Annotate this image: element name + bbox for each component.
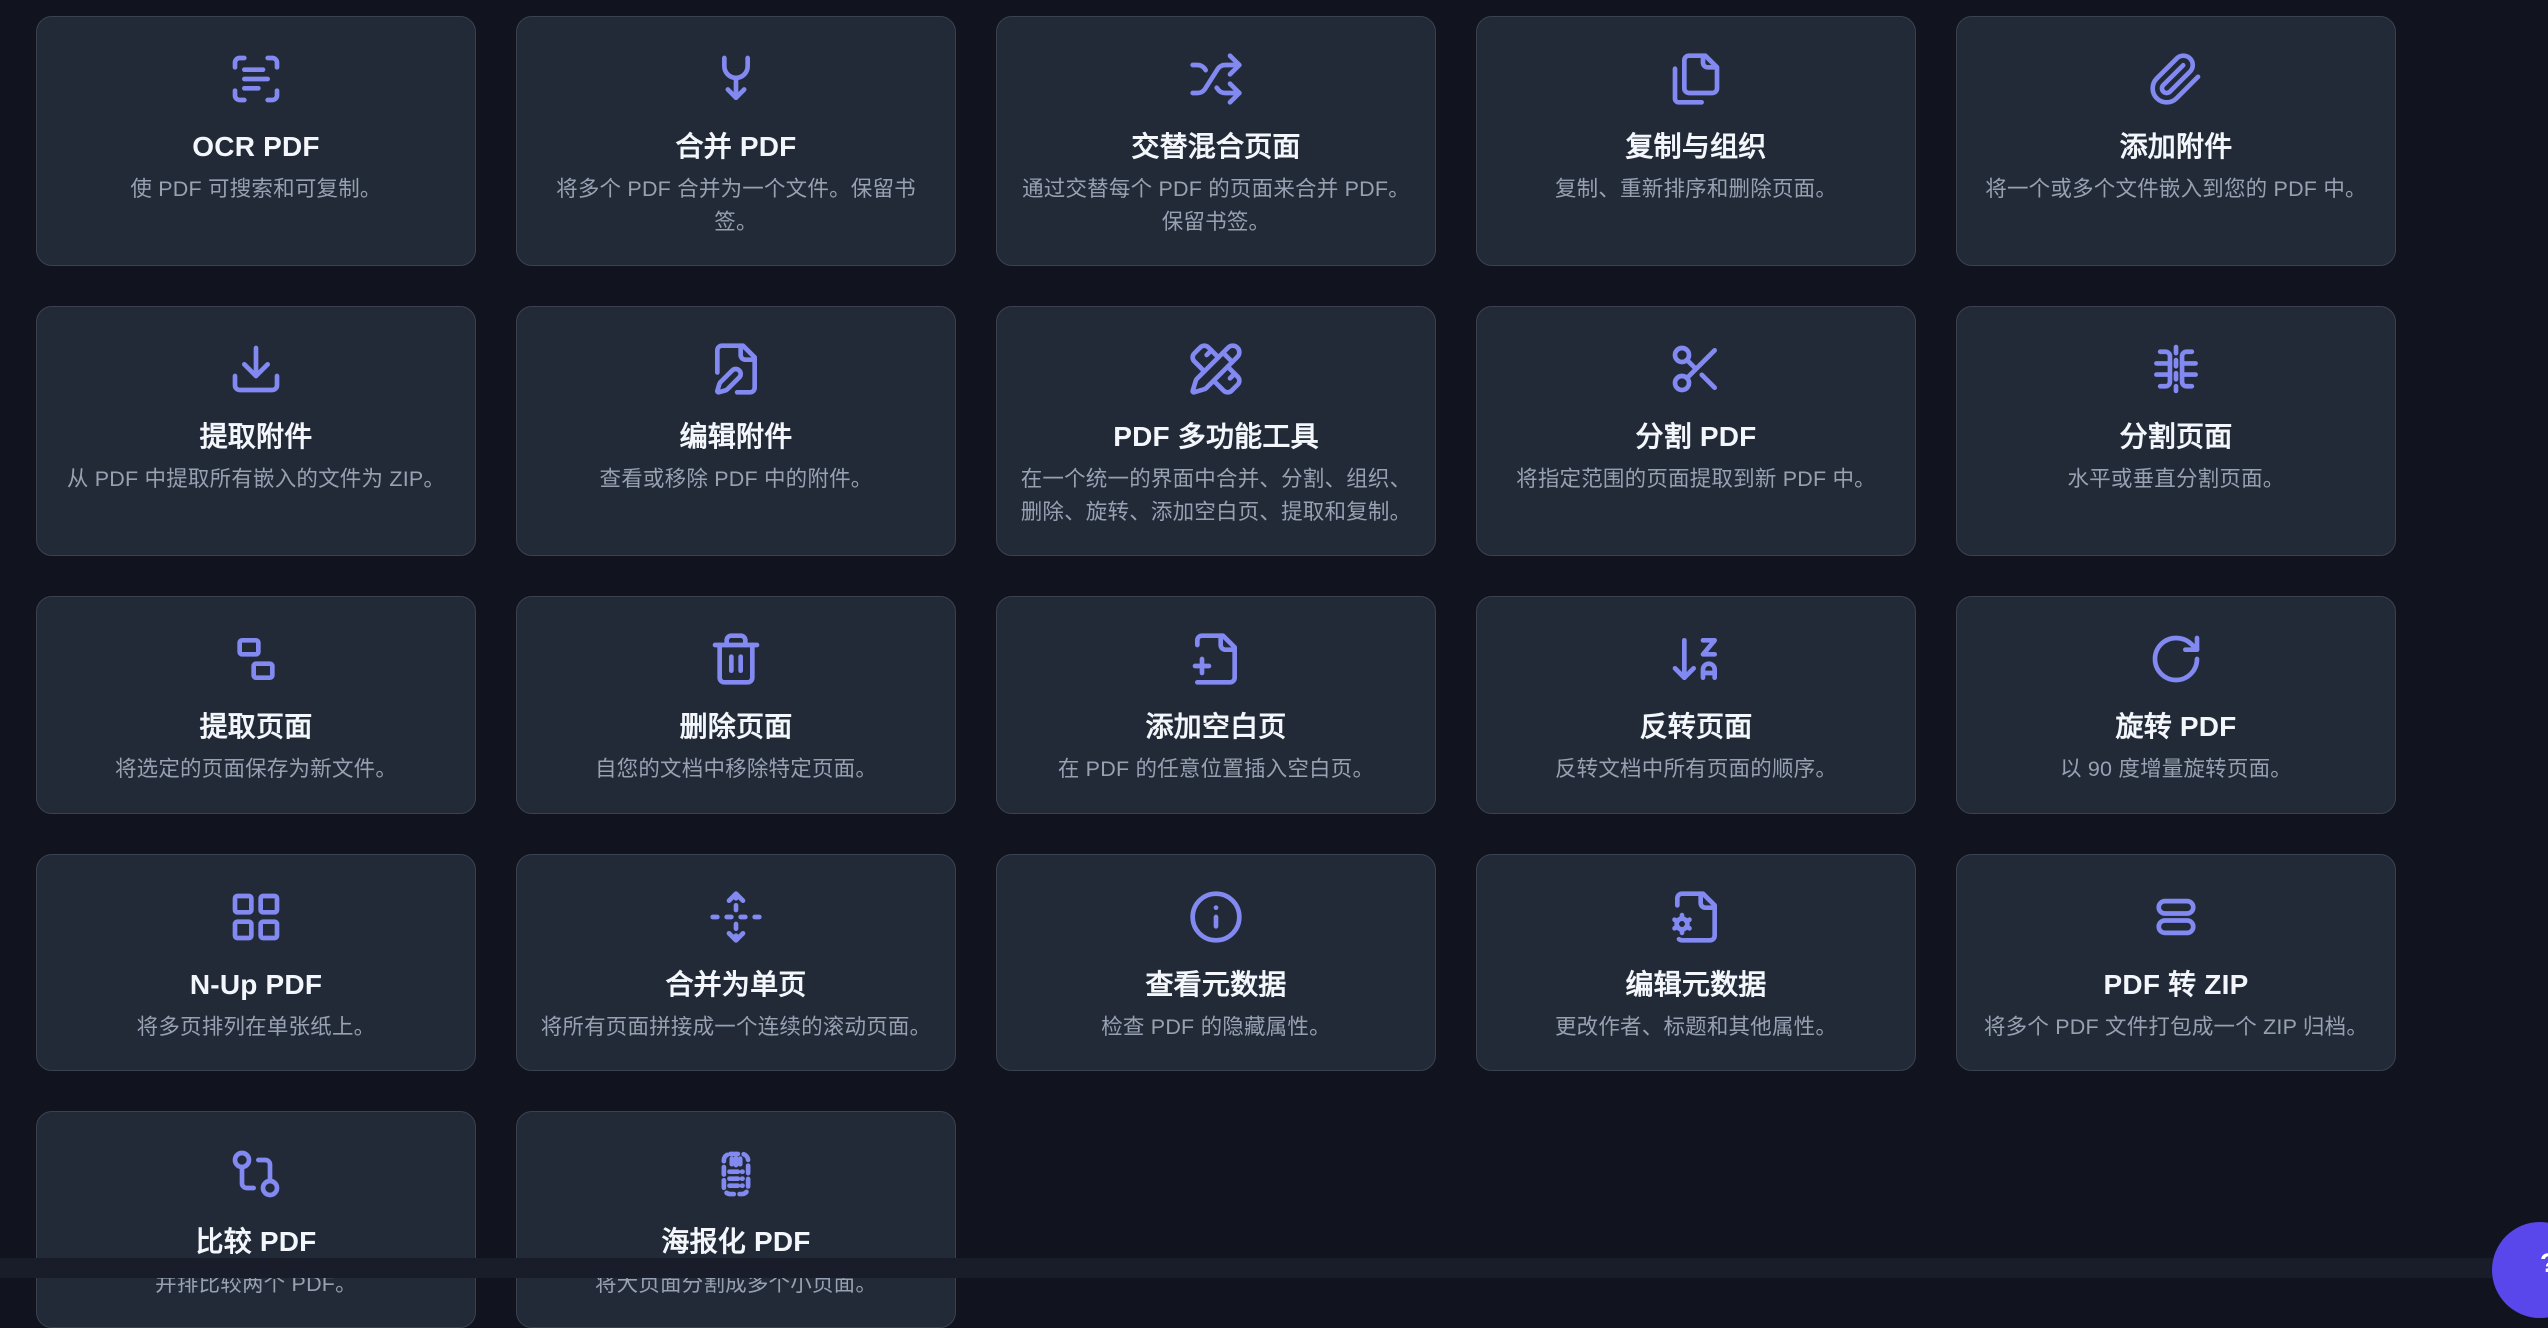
tool-card[interactable]: 添加空白页在 PDF 的任意位置插入空白页。 <box>996 596 1436 813</box>
tool-card-description: 将选定的页面保存为新文件。 <box>115 753 397 786</box>
paperclip-icon <box>2148 51 2204 107</box>
tool-card-description: 水平或垂直分割页面。 <box>2067 463 2284 496</box>
stacked-pages-icon <box>2148 889 2204 945</box>
tool-card[interactable]: 比较 PDF并排比较两个 PDF。 <box>36 1111 476 1328</box>
scan-text-icon <box>228 51 284 107</box>
tool-card-description: 将多页排列在单张纸上。 <box>137 1011 376 1044</box>
tool-card[interactable]: 提取页面将选定的页面保存为新文件。 <box>36 596 476 813</box>
tool-card[interactable]: 分割 PDF 将指定范围的页面提取到新 PDF 中。 <box>1476 306 1916 556</box>
file-pen-icon <box>708 341 764 397</box>
tool-card-description: 在一个统一的界面中合并、分割、组织、删除、旋转、添加空白页、提取和复制。 <box>1019 463 1413 529</box>
help-fab-button[interactable]: ? <box>2492 1222 2548 1318</box>
poster-grid-icon <box>708 1146 764 1202</box>
tool-card-title: PDF 多功能工具 <box>1113 419 1319 454</box>
git-compare-icon <box>228 1146 284 1202</box>
tool-card[interactable]: 删除页面自您的文档中移除特定页面。 <box>516 596 956 813</box>
tool-card-title: 反转页面 <box>1640 709 1753 744</box>
tool-card[interactable]: OCR PDF 使 PDF 可搜索和可复制。 <box>36 16 476 266</box>
merge-icon <box>708 51 764 107</box>
tool-card[interactable]: 分割页面水平或垂直分割页面。 <box>1956 306 2396 556</box>
tool-card-title: PDF 转 ZIP <box>2104 967 2249 1002</box>
tool-card-title: 比较 PDF <box>196 1224 317 1259</box>
layout-grid-icon <box>228 889 284 945</box>
tool-card[interactable]: PDF 多功能工具在一个统一的界面中合并、分割、组织、删除、旋转、添加空白页、提… <box>996 306 1436 556</box>
file-plus-icon <box>1188 631 1244 687</box>
tool-card[interactable]: PDF 转 ZIP 将多个 PDF 文件打包成一个 ZIP 归档。 <box>1956 854 2396 1071</box>
arrow-down-za-icon <box>1668 631 1724 687</box>
footer-strip <box>0 1258 2548 1278</box>
tool-card-title: 分割 PDF <box>1636 419 1757 454</box>
tool-card[interactable]: 提取附件从 PDF 中提取所有嵌入的文件为 ZIP。 <box>36 306 476 556</box>
tool-card-title: 添加附件 <box>2120 129 2233 164</box>
tool-card-description: 将一个或多个文件嵌入到您的 PDF 中。 <box>1985 173 2366 206</box>
scissors-icon <box>1668 341 1724 397</box>
ungroup-icon <box>228 631 284 687</box>
copy-pages-icon <box>1668 51 1724 107</box>
pencil-ruler-icon <box>1188 341 1244 397</box>
tool-card-description: 使 PDF 可搜索和可复制。 <box>130 173 381 206</box>
tool-card[interactable]: 海报化 PDF将大页面分割成多个小页面。 <box>516 1111 956 1328</box>
tool-card-title: 提取页面 <box>200 709 313 744</box>
rotate-cw-icon <box>2148 631 2204 687</box>
tool-card-title: 交替混合页面 <box>1131 129 1300 164</box>
tool-card-title: 复制与组织 <box>1625 129 1766 164</box>
tool-card-title: 海报化 PDF <box>661 1224 810 1259</box>
tool-card[interactable]: N-Up PDF 将多页排列在单张纸上。 <box>36 854 476 1071</box>
file-cog-icon <box>1668 889 1724 945</box>
tool-card-title: 编辑元数据 <box>1625 967 1766 1002</box>
tool-card-title: 编辑附件 <box>680 419 793 454</box>
tool-card[interactable]: 交替混合页面通过交替每个 PDF 的页面来合并 PDF。保留书签。 <box>996 16 1436 266</box>
tool-card-title: 合并 PDF <box>676 129 797 164</box>
tool-card-title: 添加空白页 <box>1145 709 1286 744</box>
tool-card-title: 删除页面 <box>680 709 793 744</box>
tool-card-description: 更改作者、标题和其他属性。 <box>1555 1011 1837 1044</box>
tool-card-description: 以 90 度增量旋转页面。 <box>2060 753 2292 786</box>
tool-card-description: 将多个 PDF 合并为一个文件。保留书签。 <box>539 173 933 239</box>
tool-card[interactable]: 合并为单页将所有页面拼接成一个连续的滚动页面。 <box>516 854 956 1071</box>
tool-card-description: 将多个 PDF 文件打包成一个 ZIP 归档。 <box>1984 1011 2368 1044</box>
tool-card-description: 反转文档中所有页面的顺序。 <box>1555 753 1837 786</box>
tool-card-description: 复制、重新排序和删除页面。 <box>1555 173 1837 206</box>
tool-card[interactable]: 编辑附件查看或移除 PDF 中的附件。 <box>516 306 956 556</box>
download-icon <box>228 341 284 397</box>
tool-card-description: 通过交替每个 PDF 的页面来合并 PDF。保留书签。 <box>1019 173 1413 239</box>
tools-grid: OCR PDF 使 PDF 可搜索和可复制。 合并 PDF 将多个 PDF 合并为一个… <box>36 16 2396 1328</box>
tool-card[interactable]: 添加附件将一个或多个文件嵌入到您的 PDF 中。 <box>1956 16 2396 266</box>
tool-card-description: 查看或移除 PDF 中的附件。 <box>600 463 873 496</box>
tool-card[interactable]: 反转页面反转文档中所有页面的顺序。 <box>1476 596 1916 813</box>
info-icon <box>1188 889 1244 945</box>
tool-card-description: 将指定范围的页面提取到新 PDF 中。 <box>1516 463 1876 496</box>
tool-card-description: 从 PDF 中提取所有嵌入的文件为 ZIP。 <box>67 463 445 496</box>
tool-card[interactable]: 旋转 PDF 以 90 度增量旋转页面。 <box>1956 596 2396 813</box>
unfold-vertical-icon <box>708 889 764 945</box>
trash-icon <box>708 631 764 687</box>
tool-card[interactable]: 复制与组织复制、重新排序和删除页面。 <box>1476 16 1916 266</box>
tool-card[interactable]: 合并 PDF 将多个 PDF 合并为一个文件。保留书签。 <box>516 16 956 266</box>
split-page-icon <box>2148 341 2204 397</box>
help-icon: ? <box>2540 1248 2548 1279</box>
tool-card-title: 提取附件 <box>200 419 313 454</box>
tool-card-description: 在 PDF 的任意位置插入空白页。 <box>1058 753 1374 786</box>
tool-card[interactable]: 编辑元数据更改作者、标题和其他属性。 <box>1476 854 1916 1071</box>
tool-card-description: 自您的文档中移除特定页面。 <box>595 753 877 786</box>
tool-card-description: 将所有页面拼接成一个连续的滚动页面。 <box>541 1011 932 1044</box>
tool-card-title: 查看元数据 <box>1145 967 1286 1002</box>
tool-card-title: 旋转 PDF <box>2116 709 2237 744</box>
tool-card[interactable]: 查看元数据检查 PDF 的隐藏属性。 <box>996 854 1436 1071</box>
tool-card-title: 分割页面 <box>2120 419 2233 454</box>
tool-card-description: 检查 PDF 的隐藏属性。 <box>1101 1011 1331 1044</box>
tool-card-title: 合并为单页 <box>665 967 806 1002</box>
tool-card-title: N-Up PDF <box>190 967 322 1002</box>
tool-card-title: OCR PDF <box>192 129 319 164</box>
shuffle-icon <box>1188 51 1244 107</box>
